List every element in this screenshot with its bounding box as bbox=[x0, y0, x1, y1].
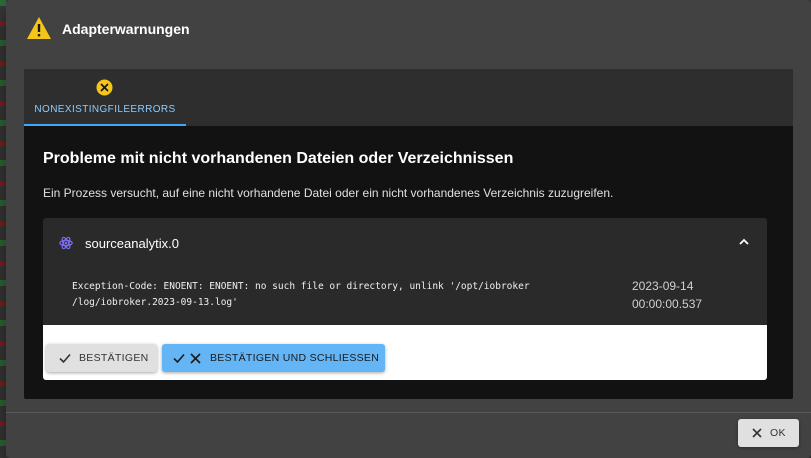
confirm-and-close-button[interactable]: BESTÄTIGEN UND SCHLIESSEN bbox=[162, 344, 385, 372]
warning-message: Exception-Code: ENOENT: ENOENT: no such … bbox=[72, 279, 572, 311]
page-heading: Probleme mit nicht vorhandenen Dateien o… bbox=[43, 150, 514, 167]
warning-card-header[interactable]: sourceanalytix.0 bbox=[43, 218, 767, 266]
dialog-title-bar: Adapterwarnungen bbox=[6, 0, 811, 62]
warning-message-line: Exception-Code: ENOENT: ENOENT: no such … bbox=[72, 281, 530, 292]
ok-button-label: OK bbox=[770, 427, 786, 439]
warning-message-line: /log/iobroker.2023-09-13.log' bbox=[72, 297, 238, 308]
check-icon bbox=[59, 353, 71, 364]
warning-card-actions: BESTÄTIGEN BESTÄTIGEN UND SCHLIESSEN bbox=[43, 325, 767, 380]
adapter-icon bbox=[59, 236, 73, 250]
dialog-title: Adapterwarnungen bbox=[62, 21, 190, 37]
adapter-name: sourceanalytix.0 bbox=[85, 236, 179, 251]
footer-divider bbox=[6, 412, 811, 413]
adapter-warnings-dialog: Adapterwarnungen NONEXISTINGFILEERRORS P… bbox=[6, 0, 811, 458]
page-description: Ein Prozess versucht, auf eine nicht vor… bbox=[43, 186, 614, 200]
warning-date: 2023-09-14 bbox=[632, 279, 694, 293]
warning-time: 00:00:00.537 bbox=[632, 297, 703, 311]
warning-card: sourceanalytix.0 Exception-Code: ENOENT:… bbox=[43, 218, 767, 380]
error-circle-icon bbox=[96, 79, 113, 96]
tab-bar: NONEXISTINGFILEERRORS bbox=[24, 69, 793, 126]
dialog-content: NONEXISTINGFILEERRORS Probleme mit nicht… bbox=[24, 69, 793, 399]
tab-nonexistingfileerrors[interactable]: NONEXISTINGFILEERRORS bbox=[24, 69, 186, 126]
close-icon bbox=[190, 352, 201, 364]
confirm-button[interactable]: BESTÄTIGEN bbox=[46, 344, 157, 372]
close-icon bbox=[752, 428, 762, 438]
warning-timestamp: 2023-09-14 00:00:00.537 bbox=[632, 277, 702, 313]
confirm-button-label: BESTÄTIGEN bbox=[79, 352, 149, 364]
confirm-and-close-button-label: BESTÄTIGEN UND SCHLIESSEN bbox=[210, 352, 380, 364]
tab-label: NONEXISTINGFILEERRORS bbox=[34, 104, 176, 115]
chevron-up-icon[interactable] bbox=[738, 236, 750, 248]
check-icon bbox=[173, 353, 185, 364]
ok-button[interactable]: OK bbox=[738, 419, 799, 447]
warning-triangle-icon bbox=[27, 17, 51, 39]
